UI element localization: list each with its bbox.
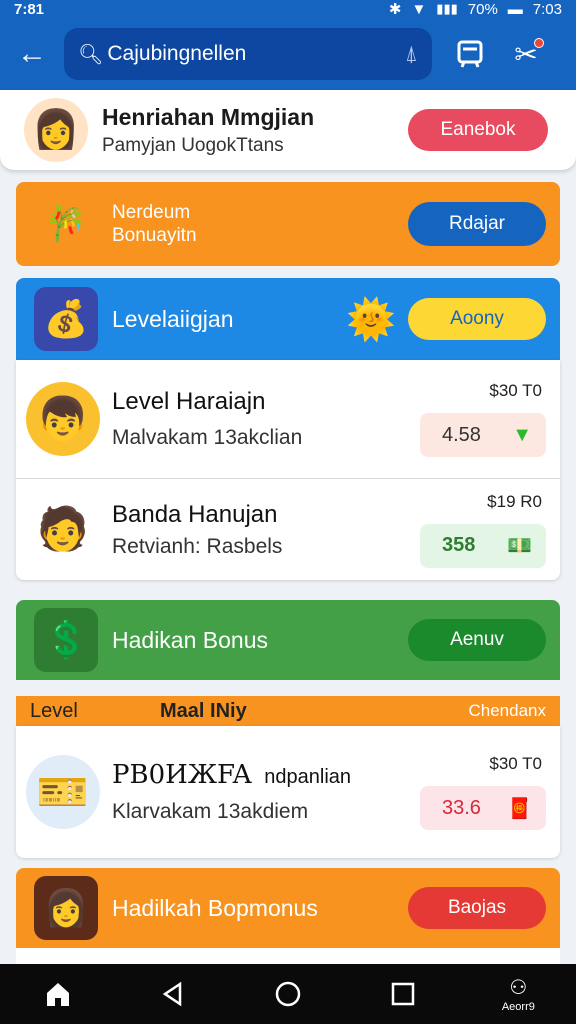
level-column-name: Maal INiy: [160, 699, 247, 722]
item-subtitle: Retvianh: Rasbels: [112, 534, 283, 558]
status-time-right: 7:03: [532, 0, 562, 18]
mic-icon[interactable]: ⍋: [405, 41, 418, 67]
home-nav-button[interactable]: [26, 964, 90, 1024]
app-bar: ← 🔍︎ Cajubingnellen ⍋ ✂: [0, 18, 576, 90]
item-chip[interactable]: 4.58 ▼: [420, 413, 546, 457]
item-title: Banda Hanujan: [112, 500, 278, 528]
list-item[interactable]: 🧑 Banda Hanujan Retvianh: Rasbels $19 R0…: [16, 478, 560, 580]
banner-1-button[interactable]: Rdajar: [408, 202, 546, 246]
profile-icon: ⚇: [509, 977, 528, 999]
bucket-icon: ▼: [512, 423, 532, 446]
search-text: Cajubingnellen: [107, 42, 247, 65]
bonus-list: 🎫 PB0ИЖFA ndpanlian Klarvakam 13akdiem $…: [16, 726, 560, 858]
home-circle-nav-button[interactable]: [256, 964, 320, 1024]
woman-avatar-icon: 👩: [32, 109, 80, 151]
battery-icon: ▬: [507, 0, 523, 18]
battery-percent: 70%: [467, 0, 498, 18]
profile-nav-button[interactable]: ⚇ Aeorr9: [486, 964, 550, 1024]
item-chip-value: 358: [442, 534, 476, 556]
bookmark-button[interactable]: [442, 18, 498, 90]
bopmonus-banner-title: Hadilkah Bopmonus: [112, 894, 318, 921]
item-title: Level Haraiajn: [112, 388, 266, 415]
profile-card: 👩 Henriahan Mmgjian Pamyjan UogokTtans E…: [0, 90, 576, 170]
bopmonus-banner-button[interactable]: Baojas: [408, 887, 546, 929]
system-nav-bar: ⚇ Aeorr9: [0, 964, 576, 1024]
item-price: $30 T0: [489, 381, 542, 400]
list-item[interactable]: 👦 Level Haraiajn Malvakam 13akclian $30 …: [16, 360, 560, 478]
partial-card: [16, 948, 560, 964]
woman-glasses-avatar-icon: 👩: [34, 876, 98, 940]
promo-banner-orange[interactable]: 🎋 Nerdeum Bonuayitn Rdajar: [16, 182, 560, 266]
level-banner[interactable]: 💰 Levelaiigjan 🌞 Aoony: [16, 278, 560, 360]
bonus-banner[interactable]: 💲 Hadikan Bonus Aenuv: [16, 600, 560, 680]
bamboo-icon: 🎋: [44, 205, 88, 243]
level-column-label: Level: [30, 699, 78, 722]
item-title-big: PB0ИЖFA: [112, 760, 252, 790]
square-recents-icon: [391, 982, 415, 1006]
item-subtitle: Klarvakam 13akdiem: [112, 800, 309, 823]
cap-avatar-icon: 🧑: [26, 492, 100, 567]
avatar: 👩: [24, 98, 88, 162]
notification-dot: [534, 38, 544, 48]
item-chip[interactable]: 358 💵: [420, 523, 546, 568]
level-banner-button[interactable]: Aoony: [408, 298, 546, 340]
status-time-left: 7:81: [14, 0, 45, 18]
level-list: 👦 Level Haraiajn Malvakam 13akclian $30 …: [16, 360, 560, 580]
bonus-banner-button[interactable]: Aenuv: [408, 619, 546, 661]
dollar-coin-icon: 💲: [34, 608, 98, 672]
back-arrow-icon: ←: [17, 37, 47, 70]
bluetooth-icon: ✱: [388, 1, 402, 18]
sun-coin-icon: 🌞: [346, 297, 396, 342]
tools-button[interactable]: ✂: [498, 18, 554, 90]
search-icon: 🔍︎: [78, 43, 104, 66]
profile-name: Henriahan Mmgjian: [102, 103, 315, 130]
item-chip[interactable]: 33.6 🧧: [420, 786, 546, 830]
ticket-avatar-icon: 🎫: [26, 755, 100, 829]
boy-avatar-icon: 👦: [26, 382, 100, 456]
home-icon: [46, 983, 69, 1006]
status-icons: ✱ ▼ ▮▮▮ 70% ▬ 7:03: [388, 0, 562, 19]
bookmark-icon: [457, 40, 483, 68]
signal-icon: ▮▮▮: [436, 1, 458, 16]
back-nav-button[interactable]: [141, 964, 205, 1024]
bonus-banner-title: Hadikan Bonus: [112, 626, 268, 653]
back-button[interactable]: ←: [0, 18, 64, 90]
profile-nav-label: Aeorr9: [501, 1001, 535, 1013]
bopmonus-banner[interactable]: 👩 Hadilkah Bopmonus Baojas: [16, 868, 560, 948]
profile-action-button[interactable]: Eanebok: [408, 109, 548, 151]
money-stack-icon: 💵: [507, 535, 532, 557]
triangle-back-icon: [162, 981, 182, 1007]
level-column-action[interactable]: Chendanx: [468, 701, 546, 721]
status-bar: 7:81 ✱ ▼ ▮▮▮ 70% ▬ 7:03: [0, 0, 576, 18]
circle-home-icon: [275, 981, 301, 1007]
item-chip-value: 4.58: [442, 423, 481, 446]
item-price: $30 T0: [489, 754, 542, 773]
list-item[interactable]: 🎫 PB0ИЖFA ndpanlian Klarvakam 13akdiem $…: [16, 726, 560, 858]
item-subtitle: Malvakam 13akclian: [112, 426, 303, 449]
banner-1-line1: Nerdeum: [112, 202, 191, 223]
search-input[interactable]: 🔍︎ Cajubingnellen ⍋: [64, 28, 432, 80]
gift-box-icon: 🧧: [507, 797, 532, 820]
coin-bag-icon: 💰: [34, 287, 98, 351]
item-title-small: ndpanlian: [264, 766, 352, 788]
item-price: $19 R0: [487, 491, 542, 511]
recents-nav-button[interactable]: [371, 964, 435, 1024]
level-banner-title: Levelaiigjan: [112, 305, 234, 332]
item-chip-value: 33.6: [442, 796, 481, 819]
banner-1-line2: Bonuayitn: [112, 225, 197, 246]
wifi-icon: ▼: [411, 0, 427, 18]
level-header-strip: Level Maal INiy Chendanx: [16, 696, 560, 726]
profile-subtitle: Pamyjan UogokTtans: [102, 134, 284, 156]
